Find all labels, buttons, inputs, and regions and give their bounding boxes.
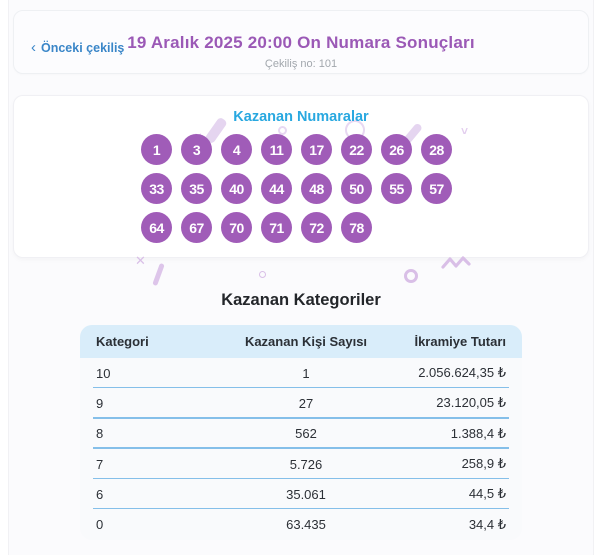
cell-prize: 258,9 ₺ <box>382 456 522 472</box>
cell-category: 9 <box>80 396 230 411</box>
winning-numbers-card: ✕ ˅ Kazanan Numaralar 134111722262833354… <box>13 95 589 258</box>
number-ball: 3 <box>181 134 212 165</box>
number-ball: 72 <box>301 212 332 243</box>
cell-winners: 5.726 <box>230 457 382 472</box>
cell-category: 6 <box>80 487 230 502</box>
number-ball: 1 <box>141 134 172 165</box>
cell-prize: 34,4 ₺ <box>382 517 522 533</box>
column-header-category: Kategori <box>80 334 230 349</box>
confetti-caret-icon: ˅ <box>461 124 468 138</box>
number-ball: 28 <box>421 134 452 165</box>
number-ball: 64 <box>141 212 172 243</box>
number-ball: 55 <box>381 173 412 204</box>
table-row: 063.43534,4 ₺ <box>80 509 522 539</box>
number-ball: 22 <box>341 134 372 165</box>
number-ball: 44 <box>261 173 292 204</box>
column-header-winners: Kazanan Kişi Sayısı <box>230 334 382 349</box>
table-row: 92723.120,05 ₺ <box>80 388 522 418</box>
draw-number: Çekiliş no: 101 <box>14 58 588 70</box>
number-ball: 78 <box>341 212 372 243</box>
cell-winners: 1 <box>230 366 382 381</box>
number-ball: 40 <box>221 173 252 204</box>
cell-category: 0 <box>80 517 230 532</box>
categories-table-body: 1012.056.624,35 ₺92723.120,05 ₺85621.388… <box>80 358 522 540</box>
number-ball: 50 <box>341 173 372 204</box>
cell-prize: 23.120,05 ₺ <box>382 395 522 411</box>
table-row: 635.06144,5 ₺ <box>80 479 522 509</box>
cell-winners: 27 <box>230 396 382 411</box>
table-row: 75.726258,9 ₺ <box>80 449 522 479</box>
cell-winners: 562 <box>230 426 382 441</box>
number-ball: 11 <box>261 134 292 165</box>
categories-table-header: Kategori Kazanan Kişi Sayısı İkramiye Tu… <box>80 325 522 358</box>
number-ball: 26 <box>381 134 412 165</box>
number-ball: 4 <box>221 134 252 165</box>
number-ball: 17 <box>301 134 332 165</box>
column-header-prize: İkramiye Tutarı <box>382 334 522 349</box>
cell-winners: 63.435 <box>230 517 382 532</box>
number-ball: 35 <box>181 173 212 204</box>
cell-prize: 1.388,4 ₺ <box>382 426 522 442</box>
number-ball: 33 <box>141 173 172 204</box>
winning-numbers-title: Kazanan Numaralar <box>14 109 588 125</box>
on-numara-results-page: ‹ Önceki çekiliş 19 Aralık 2025 20:00 On… <box>0 0 602 555</box>
categories-title: Kazanan Kategoriler <box>0 291 602 310</box>
table-row: 85621.388,4 ₺ <box>80 419 522 449</box>
cell-category: 8 <box>80 426 230 441</box>
cell-category: 7 <box>80 457 230 472</box>
number-ball: 71 <box>261 212 292 243</box>
number-ball: 70 <box>221 212 252 243</box>
page-title: 19 Aralık 2025 20:00 On Numara Sonuçları <box>14 33 588 53</box>
draw-header-card: ‹ Önceki çekiliş 19 Aralık 2025 20:00 On… <box>13 10 589 74</box>
cell-prize: 2.056.624,35 ₺ <box>382 365 522 381</box>
winning-numbers-grid: 134 11 17 22 26 28 33 35 40 44 48 50 55 57 64 67 70 71 72 7… <box>141 134 461 243</box>
cell-winners: 35.061 <box>230 487 382 502</box>
number-ball: 48 <box>301 173 332 204</box>
cell-category: 10 <box>80 366 230 381</box>
cell-prize: 44,5 ₺ <box>382 486 522 502</box>
number-ball: 57 <box>421 173 452 204</box>
table-row: 1012.056.624,35 ₺ <box>80 358 522 388</box>
categories-table: Kategori Kazanan Kişi Sayısı İkramiye Tu… <box>80 325 522 540</box>
number-ball: 67 <box>181 212 212 243</box>
